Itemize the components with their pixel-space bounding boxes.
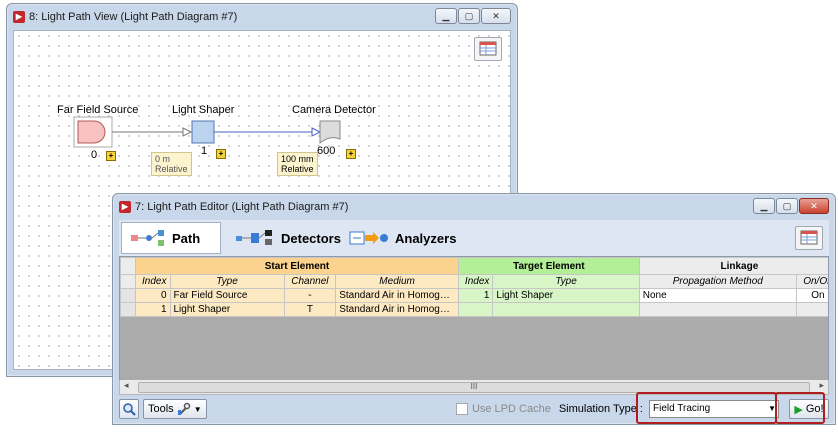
table-row[interactable]: 1 Light Shaper T Standard Air in Homogen… xyxy=(120,302,828,317)
wrench-icon xyxy=(177,402,190,415)
col-start-type[interactable]: Type xyxy=(169,274,285,289)
row-target-index[interactable]: 1 xyxy=(457,288,494,303)
view-window-title: 8: Light Path View (Light Path Diagram #… xyxy=(29,11,238,23)
expand-light-shaper-icon[interactable]: + xyxy=(216,149,226,159)
row-on-off[interactable] xyxy=(795,302,828,317)
row-channel[interactable]: - xyxy=(283,288,337,303)
row-start-index[interactable]: 1 xyxy=(135,302,171,317)
tab-path[interactable]: Path xyxy=(121,222,221,254)
row-target-index[interactable] xyxy=(457,302,494,317)
tab-detectors-label: Detectors xyxy=(281,230,341,246)
row-medium[interactable]: Standard Air in Homogen... xyxy=(335,302,459,317)
row-propagation-method[interactable] xyxy=(638,302,797,317)
editor-tab-bar: Path Detectors Analyzers xyxy=(119,220,829,256)
link-distance-mode: Relative xyxy=(281,164,314,174)
simulation-type-highlight xyxy=(636,392,777,424)
maximize-icon[interactable]: ▢ xyxy=(776,198,798,214)
row-propagation-method[interactable]: None xyxy=(638,288,797,303)
col-on-off[interactable]: On/Off xyxy=(795,274,828,289)
close-icon[interactable]: ✕ xyxy=(481,8,511,24)
chevron-down-icon: ▼ xyxy=(193,404,202,414)
expand-camera-detector-icon[interactable]: + xyxy=(346,149,356,159)
link-distance-tag-2[interactable]: 100 mm Relative xyxy=(277,152,318,176)
node-index-camera-detector: 600 xyxy=(317,145,336,157)
editor-settings-icon[interactable] xyxy=(795,226,823,250)
link-distance-value: 0 m xyxy=(155,154,171,164)
expand-far-field-source-icon[interactable]: + xyxy=(106,151,116,161)
view-title-bar[interactable]: ▶ 8: Light Path View (Light Path Diagram… xyxy=(7,4,517,30)
zoom-button[interactable] xyxy=(119,399,139,419)
tab-analyzers-label: Analyzers xyxy=(395,230,457,246)
tools-button[interactable]: Tools ▼ xyxy=(143,399,207,419)
row-target-type[interactable]: Light Shaper xyxy=(492,288,640,303)
row-channel[interactable]: T xyxy=(283,302,337,317)
detectors-icon xyxy=(235,229,275,247)
use-lpd-cache-checkbox[interactable] xyxy=(455,403,468,415)
far-field-source-node xyxy=(77,120,106,144)
go-button-highlight xyxy=(775,392,825,424)
col-propagation-method[interactable]: Propagation Method xyxy=(638,274,797,289)
node-index-far-field-source: 0 xyxy=(91,149,98,161)
editor-window-title: 7: Light Path Editor (Light Path Diagram… xyxy=(135,201,349,213)
col-target-type[interactable]: Type xyxy=(492,274,640,289)
node-index-light-shaper: 1 xyxy=(201,145,208,157)
group-target-element: Target Element xyxy=(457,257,640,275)
table-group-header-row: Start Element Target Element Linkage xyxy=(120,257,828,275)
tab-path-label: Path xyxy=(172,230,201,246)
minimize-icon[interactable]: ▁ xyxy=(435,8,457,24)
table-row[interactable]: 0 Far Field Source - Standard Air in Hom… xyxy=(120,288,828,303)
path-table: Start Element Target Element Linkage Ind… xyxy=(119,256,829,382)
app-icon: ▶ xyxy=(13,11,25,23)
use-lpd-cache-label: Use LPD Cache xyxy=(471,403,551,415)
row-start-type[interactable]: Light Shaper xyxy=(169,302,285,317)
table-column-header-row: Index Type Channel Medium Index Type Pro… xyxy=(120,274,828,289)
row-on-off[interactable]: On xyxy=(795,288,828,303)
close-icon[interactable]: ✕ xyxy=(799,198,829,214)
link-arrow-2 xyxy=(311,127,322,137)
light-shaper-node xyxy=(191,120,215,144)
minimize-icon[interactable]: ▁ xyxy=(753,198,775,214)
magnifier-icon xyxy=(123,403,136,416)
tab-detectors[interactable]: Detectors xyxy=(227,222,341,254)
link-arrow-1 xyxy=(182,127,193,137)
col-channel[interactable]: Channel xyxy=(283,274,337,289)
scroll-right-icon[interactable]: ▸ xyxy=(819,380,824,391)
scroll-left-icon[interactable]: ◂ xyxy=(124,380,129,391)
tools-button-label: Tools xyxy=(148,403,174,415)
editor-title-bar[interactable]: ▶ 7: Light Path Editor (Light Path Diagr… xyxy=(113,194,835,220)
editor-window-controls: ▁ ▢ ✕ xyxy=(753,198,829,214)
camera-detector-node xyxy=(319,120,341,145)
col-target-index[interactable]: Index xyxy=(457,274,494,289)
link-distance-tag-1[interactable]: 0 m Relative xyxy=(151,152,192,176)
maximize-icon[interactable]: ▢ xyxy=(458,8,480,24)
group-start-element: Start Element xyxy=(135,257,459,275)
row-medium[interactable]: Standard Air in Homogen... xyxy=(335,288,459,303)
view-window-controls: ▁ ▢ ✕ xyxy=(435,8,511,24)
group-linkage: Linkage xyxy=(638,257,828,275)
tab-analyzers[interactable]: Analyzers xyxy=(341,222,459,254)
simulation-type-label: Simulation Type : xyxy=(558,403,643,415)
row-target-type[interactable] xyxy=(492,302,640,317)
analyzers-icon xyxy=(349,229,389,247)
col-start-index[interactable]: Index xyxy=(135,274,171,289)
row-start-type[interactable]: Far Field Source xyxy=(169,288,285,303)
row-start-index[interactable]: 0 xyxy=(135,288,171,303)
path-icon xyxy=(130,229,166,247)
link-distance-mode: Relative xyxy=(155,164,188,174)
app-icon: ▶ xyxy=(119,201,131,213)
col-medium[interactable]: Medium xyxy=(335,274,459,289)
link-distance-value: 100 mm xyxy=(281,154,314,164)
light-path-editor-window: ▶ 7: Light Path Editor (Light Path Diagr… xyxy=(112,193,836,425)
